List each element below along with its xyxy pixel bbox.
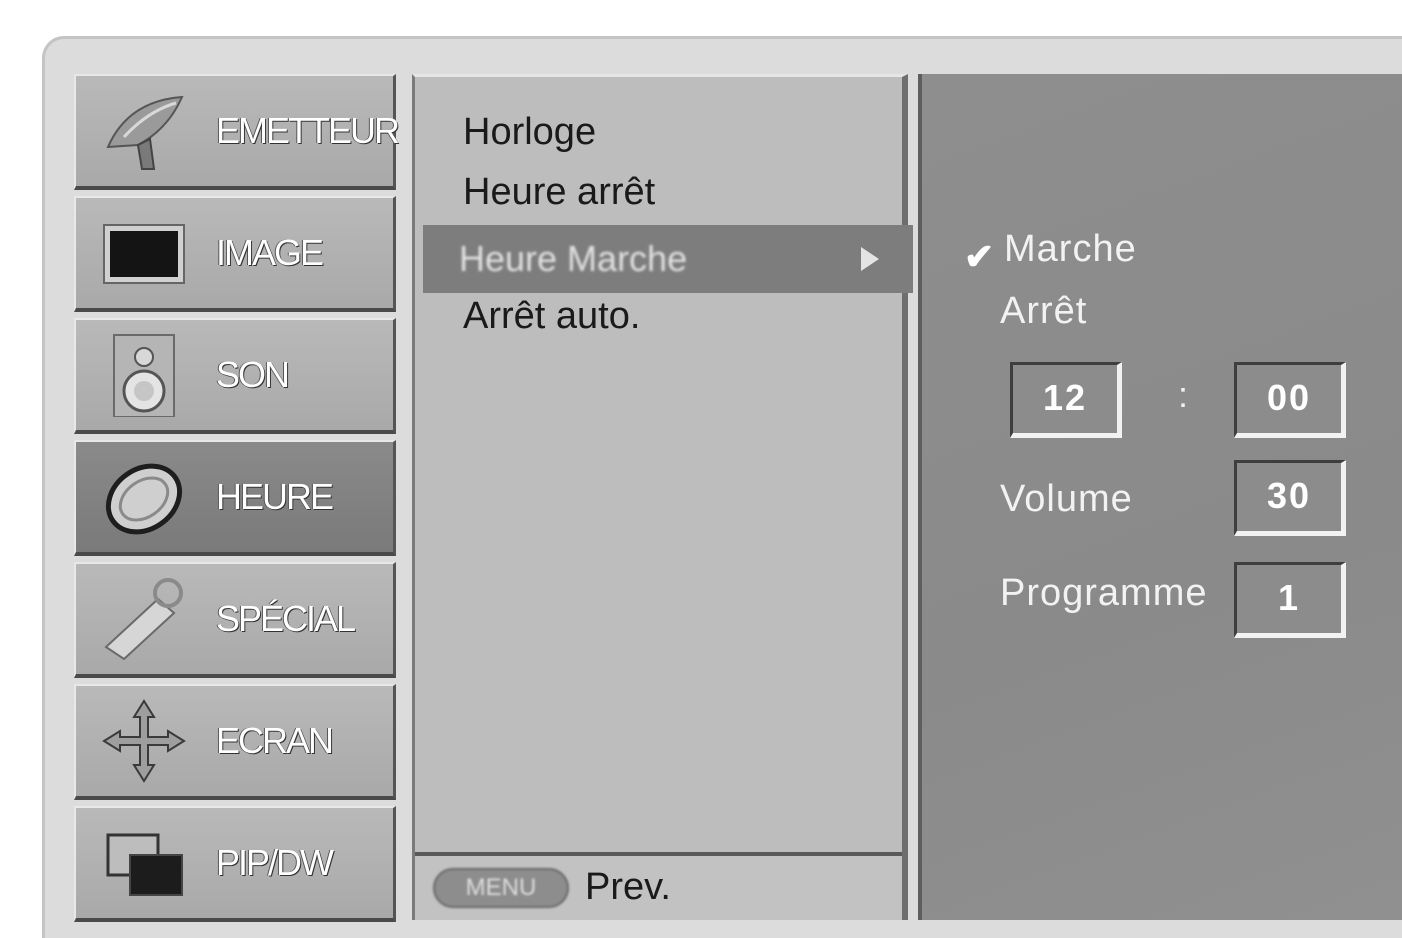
menu-item-special[interactable]: SPÉCIAL — [74, 562, 396, 678]
satellite-dish-icon — [106, 95, 184, 170]
menu-item-image[interactable]: IMAGE — [74, 196, 396, 312]
menu-item-pipdw[interactable]: PIP/DW — [74, 806, 396, 922]
picture-screen-icon — [103, 224, 185, 284]
submenu-item-arret-auto[interactable]: Arrêt auto. — [463, 295, 640, 338]
checkmark-icon: ✔ — [964, 236, 995, 277]
volume-label: Volume — [1000, 478, 1133, 520]
clock-icon — [105, 463, 183, 535]
menu-label-special: SPÉCIAL — [216, 598, 356, 639]
menu-label-ecran: ECRAN — [216, 720, 334, 761]
prev-label: Prev. — [585, 866, 671, 908]
menu-label-pipdw: PIP/DW — [216, 842, 334, 883]
volume-field[interactable]: 30 — [1234, 460, 1346, 536]
submenu-item-heure-marche-label: Heure Marche — [459, 238, 688, 279]
option-marche[interactable]: Marche — [1004, 228, 1137, 271]
menu-item-son[interactable]: SON — [74, 318, 396, 434]
time-separator: : — [1178, 374, 1189, 415]
menu-item-heure[interactable]: HEURE — [74, 440, 396, 556]
speaker-icon — [113, 334, 175, 417]
menu-key-button[interactable]: MENU — [433, 868, 569, 908]
submenu-footer: MENU Prev. — [415, 852, 902, 920]
submenu-item-heure-arret[interactable]: Heure arrêt — [463, 171, 655, 214]
menu-item-ecran[interactable]: ECRAN — [74, 684, 396, 800]
arrow-right-icon — [861, 247, 879, 271]
menu-label-heure: HEURE — [216, 476, 334, 517]
hour-field[interactable]: 12 — [1010, 362, 1122, 438]
menu-item-emetteur[interactable]: EMETTEUR — [74, 74, 400, 190]
menu-label-emetteur: EMETTEUR — [216, 110, 400, 151]
submenu-item-heure-marche[interactable]: Heure Marche — [423, 225, 913, 293]
programme-field[interactable]: 1 — [1234, 562, 1346, 638]
option-arret[interactable]: Arrêt — [1000, 290, 1087, 333]
submenu-item-horloge[interactable]: Horloge — [463, 111, 596, 154]
pip-windows-icon — [106, 833, 183, 896]
submenu-panel: Horloge Heure arrêt Heure Marche Arrêt a… — [412, 74, 913, 920]
move-arrows-icon — [102, 699, 186, 783]
menu-label-son: SON — [216, 354, 290, 395]
menu-label-image: IMAGE — [216, 232, 324, 273]
minute-field[interactable]: 00 — [1234, 362, 1346, 438]
options-panel: ✔ Marche Arrêt 12 : 00 Volume 30 Program… — [918, 74, 1402, 920]
programme-label: Programme — [1000, 572, 1208, 614]
main-menu: EMETTEUR IMAGE SON HEURE SPÉCIAL ECRAN P… — [74, 74, 400, 922]
special-tool-icon — [104, 578, 183, 661]
